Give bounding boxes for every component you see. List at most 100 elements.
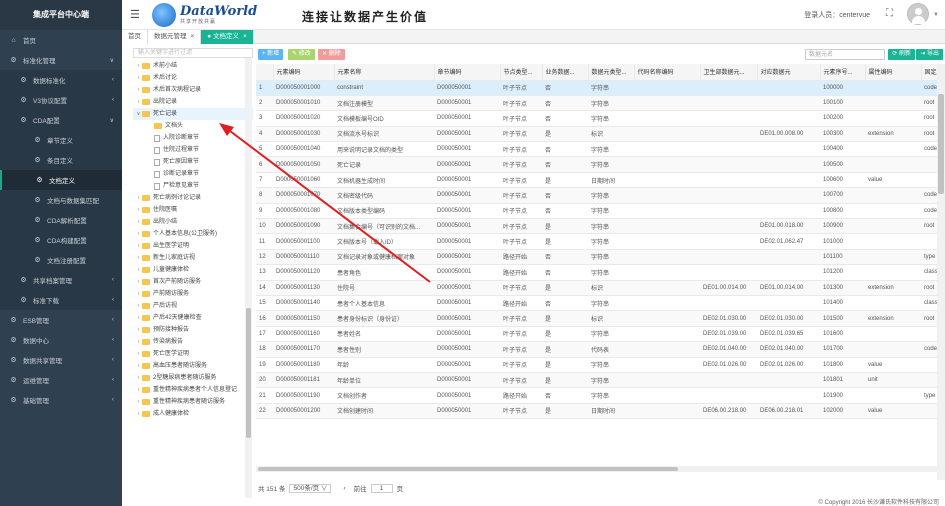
vscroll-thumb[interactable] <box>938 94 944 194</box>
delete-button[interactable]: ✕ 删除 <box>318 49 345 60</box>
tree-toggle-icon[interactable]: › <box>135 240 142 252</box>
table-row[interactable]: 18 D000050001170 患者性别 D000050001 叶子节点是代码表 DE0… <box>256 341 937 358</box>
tree-node[interactable]: › 2型糖尿病患者随访服务 <box>133 372 253 384</box>
tree-scrollbar[interactable] <box>245 58 252 498</box>
prev-page-button[interactable]: ‹ <box>343 485 345 492</box>
sidebar-item[interactable]: ⚙ 数据共享管理 ‹ <box>0 350 122 370</box>
tree-node[interactable]: 入院诊断章节 <box>133 132 253 144</box>
tree-toggle-icon[interactable]: › <box>135 408 142 420</box>
avatar[interactable] <box>907 3 929 25</box>
chevron-down-icon[interactable]: ▼ <box>933 12 939 18</box>
sidebar-item[interactable]: ⚙ 文档与数据集匹配 <box>0 190 122 210</box>
sidebar-item[interactable]: ⚙ 基础管理 ‹ <box>0 390 122 410</box>
add-button[interactable]: + 新增 <box>258 49 284 60</box>
tree-toggle-icon[interactable]: › <box>135 348 142 360</box>
tree-node[interactable]: 尸检意见章节 <box>133 180 253 192</box>
tree-node[interactable]: › 住院医嘱 <box>133 204 253 216</box>
sidebar-item[interactable]: ⚙ 文档定义 <box>0 170 122 190</box>
tree-node[interactable]: › 高血压患者随访服务 <box>133 360 253 372</box>
column-header[interactable]: 代码名称编码 <box>634 64 701 81</box>
sidebar-item[interactable]: ⌂ 首页 <box>0 30 122 50</box>
tree-toggle-icon[interactable]: › <box>135 324 142 336</box>
tree-toggle-icon[interactable]: › <box>135 96 142 108</box>
table-row[interactable]: 19 D000050001180 年龄 D000050001 叶子节点是字符串 DE02.… <box>256 357 937 373</box>
tree-toggle-icon[interactable]: › <box>135 276 142 288</box>
sidebar-item[interactable]: ⚙ CDA构建配置 <box>0 230 122 250</box>
page-number-input[interactable]: 1 <box>370 483 393 493</box>
table-row[interactable]: 17 D000050001160 患者姓名 D000050001 叶子节点是字符串 DE0… <box>256 326 937 343</box>
tree-node[interactable]: 诊断记录章节 <box>133 168 253 180</box>
tree-node[interactable]: › 产前随访服务 <box>133 288 253 300</box>
tab[interactable]: 首页 <box>122 30 148 44</box>
column-header[interactable]: 元素编码 <box>273 64 335 81</box>
table-row[interactable]: 22 D000050001200 文档创建时间 D000050001 叶子节点是日期时间… <box>256 403 937 420</box>
sidebar-item[interactable]: ⚙ 标准化管理 ∨ <box>0 50 122 70</box>
column-header[interactable]: 卫生部数据元... <box>700 64 758 81</box>
page-size-select[interactable]: 500条/页 ∨ <box>289 483 332 493</box>
tree-toggle-icon[interactable]: › <box>135 84 142 96</box>
tree-node[interactable]: › 产后42天健康检查 <box>133 312 253 324</box>
table-row[interactable]: 10 D000050001090 文档集合编号（可识别的文档... D00005000… <box>256 218 937 235</box>
tree-toggle-icon[interactable]: › <box>135 252 142 264</box>
tree-toggle-icon[interactable]: › <box>135 264 142 276</box>
tree-toggle-icon[interactable]: › <box>135 300 142 312</box>
menu-toggle-icon[interactable]: ☰ <box>130 8 140 21</box>
table-row[interactable]: 20 D000050001181 年龄单位 D000050001 叶子节点是字符串 101… <box>256 372 937 389</box>
tree-node[interactable]: › 传染病报告 <box>133 336 253 348</box>
tree-toggle-icon[interactable]: › <box>135 204 142 216</box>
table-row[interactable]: 9 D000050001080 文档版本类型编码 D000050001 叶子节点否字符串… <box>256 203 937 220</box>
tree-node[interactable]: › 新生儿家庭访视 <box>133 252 253 264</box>
sidebar-item[interactable]: ⚙ CDA解析配置 <box>0 210 122 230</box>
sidebar-item[interactable]: ⚙ 运维管理 ‹ <box>0 370 122 390</box>
tree-toggle-icon[interactable]: › <box>135 60 142 72</box>
tree-toggle-icon[interactable]: › <box>135 288 142 300</box>
tree-node[interactable]: 文档头 <box>133 120 253 132</box>
tree-node[interactable]: 死亡原因章节 <box>133 156 253 168</box>
tree-node[interactable]: › 重性精神疾病患者个人信息登记 <box>133 384 253 396</box>
sidebar-item[interactable]: ⚙ 数据标准化 ‹ <box>0 70 122 90</box>
column-header[interactable]: 数据元类型... <box>588 64 635 81</box>
table-row[interactable]: 2 D000050001010 文档注册模型 D000050001 叶子节点否字符串 10… <box>256 95 937 112</box>
element-search-input[interactable]: 数据元名 <box>805 49 885 60</box>
tree-node[interactable]: › 产后访视 <box>133 300 253 312</box>
tree-toggle-icon[interactable]: › <box>135 360 142 372</box>
sidebar-item[interactable]: ⚙ V3协议配置 ‹ <box>0 90 122 110</box>
column-header[interactable]: 元素序号... <box>820 64 866 81</box>
tree-node[interactable]: › 个人基本信息(公卫服务) <box>133 228 253 240</box>
edit-button[interactable]: ✎ 修改 <box>288 49 315 60</box>
tree-toggle-icon[interactable]: › <box>135 216 142 228</box>
tree-toggle-icon[interactable]: › <box>135 396 142 408</box>
sidebar-item[interactable]: ⚙ 文档注册配置 <box>0 250 122 270</box>
tree-node[interactable]: 住院过程章节 <box>133 144 253 156</box>
table-row[interactable]: 16 D000050001150 患者身份标识（身份证） D000050001 叶子节点… <box>256 310 937 327</box>
column-header[interactable]: 业务数据... <box>542 64 589 81</box>
tree-node[interactable]: › 术前小结 <box>133 60 253 72</box>
sidebar-item[interactable]: ⚙ CDA配置 ∨ <box>0 110 122 130</box>
sidebar-item[interactable]: ⚙ 标准下载 ‹ <box>0 290 122 310</box>
tree-node[interactable]: › 死亡病例讨论记录 <box>133 192 253 204</box>
tree-node[interactable]: › 预防接种报告 <box>133 324 253 336</box>
tree-toggle-icon[interactable]: › <box>135 72 142 84</box>
tree-toggle-icon[interactable]: › <box>135 384 142 396</box>
tree-toggle-icon[interactable]: › <box>135 312 142 324</box>
tree-node[interactable]: › 成人健康体检 <box>133 408 253 420</box>
table-vertical-scrollbar[interactable] <box>937 64 945 480</box>
tree-toggle-icon[interactable]: › <box>135 228 142 240</box>
tab[interactable]: ● 文档定义 × <box>201 30 254 44</box>
tree-node[interactable]: ∨ 死亡记录 <box>133 108 253 120</box>
tree-toggle-icon[interactable]: › <box>135 372 142 384</box>
tree-node[interactable]: › 死亡医学证明 <box>133 348 253 360</box>
hscroll-thumb[interactable] <box>258 467 678 471</box>
close-icon[interactable]: × <box>243 33 247 40</box>
table-row[interactable]: 14 D000050001130 住院号 D000050001 叶子节点是标识 DE01.… <box>256 280 937 296</box>
column-header[interactable]: 固定属性 <box>921 64 937 81</box>
table-row[interactable]: 21 D000050001190 文档创作者 D000050001 路径开始否字符串 10… <box>256 387 937 404</box>
column-header[interactable] <box>256 64 274 81</box>
table-row[interactable]: 11 D000050001100 文档版本号（载入ID） D000050001 叶子节点… <box>256 233 937 250</box>
table-row[interactable]: 5 D000050001040 用来说明记录文档的类型 D000050001 叶子节点否… <box>256 141 937 158</box>
tree-node[interactable]: › 出院记录 <box>133 96 253 108</box>
tree-node[interactable]: › 术后首次病程记录 <box>133 84 253 96</box>
tree-node[interactable]: › 出生医学证明 <box>133 240 253 252</box>
table-row[interactable]: 15 D000050001140 患者个人基本信息 D000050001 路径开始否字符… <box>256 295 937 312</box>
column-header[interactable]: 元素名称 <box>334 64 435 81</box>
